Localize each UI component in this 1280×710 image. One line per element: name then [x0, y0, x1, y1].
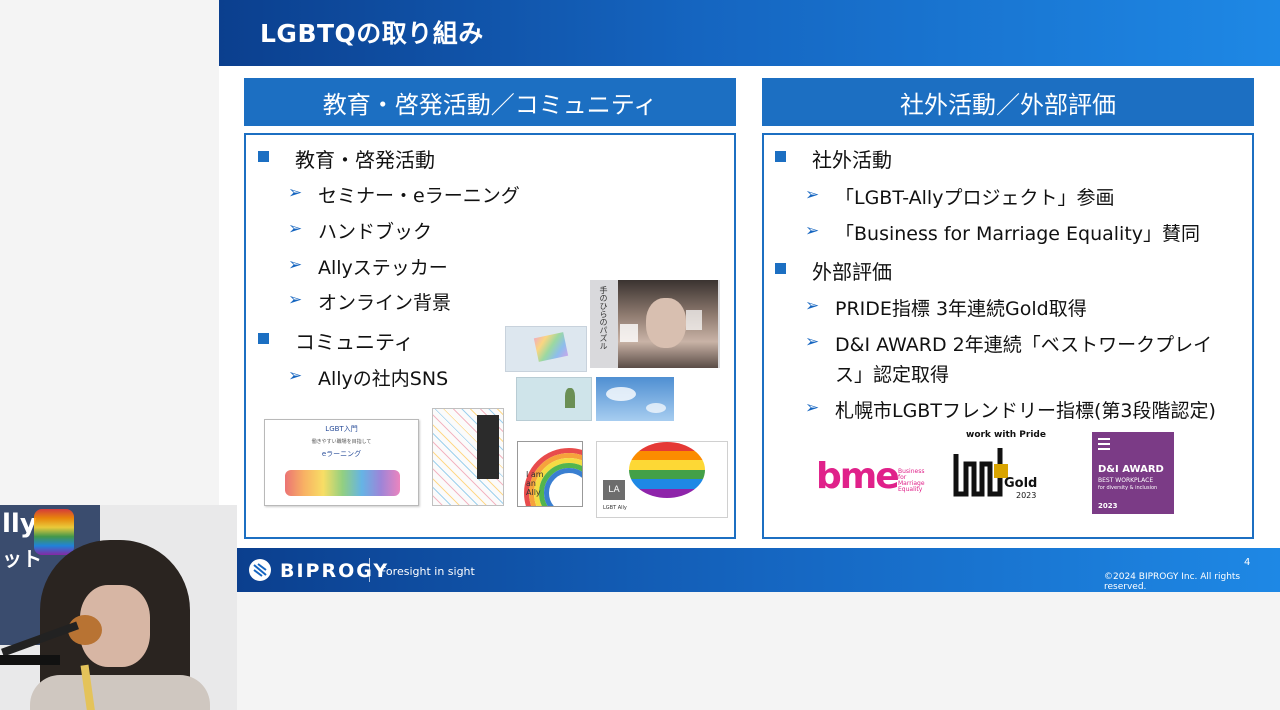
elearning-card: LGBT入門 働きやすい職場を目指して eラーニング: [264, 419, 419, 506]
ally-sticker-image: I am an Ally: [517, 441, 583, 507]
footer-divider: [369, 558, 370, 582]
di-award-title: D&I AWARD: [1098, 464, 1164, 475]
list-item: 「LGBT-Allyプロジェクト」参画: [835, 187, 1115, 209]
slide-title: LGBTQの取り組み: [260, 19, 484, 48]
ally-badge: LA: [603, 480, 625, 500]
online-background-image: [516, 377, 592, 421]
sticker-text: I am: [526, 470, 544, 479]
bullet-square-icon: [775, 263, 786, 274]
bullet-square-icon: [258, 333, 269, 344]
section-label: 社外活動: [812, 148, 892, 172]
copyright: ©2024 BIPROGY Inc. All rights reserved.: [1104, 572, 1241, 592]
puzzle-portrait-image: 手のひらのパズル: [590, 280, 720, 368]
sticker-text: an: [526, 479, 536, 488]
bme-text: Equality: [898, 486, 923, 493]
list-item: オンライン背景: [318, 292, 452, 314]
list-item: Allyの社内SNS: [318, 368, 449, 390]
people-illustration: [285, 470, 400, 496]
di-award-logo: D&I AWARD BEST WORKPLACE for diversity &…: [1092, 432, 1174, 514]
pride-year: 2023: [1016, 491, 1037, 500]
webcam-feed: lly ット: [0, 505, 237, 710]
rainbow-circle: [629, 442, 705, 498]
bullet-square-icon: [775, 151, 786, 162]
arrow-bullet-icon: ➢: [805, 398, 820, 418]
pride-mark-icon: [953, 448, 1008, 497]
right-panel-heading: 社外活動／外部評価: [762, 78, 1254, 126]
bme-mark: bme: [816, 456, 900, 497]
handbook-image: [432, 408, 504, 506]
tagline: Foresight in sight: [380, 565, 475, 578]
arrow-bullet-icon: ➢: [288, 290, 303, 310]
arrow-bullet-icon: ➢: [288, 255, 303, 275]
page-number: 4: [1244, 557, 1251, 568]
arrow-bullet-icon: ➢: [288, 219, 303, 239]
di-award-line: BEST WORKPLACE: [1098, 477, 1154, 484]
arrow-bullet-icon: ➢: [805, 185, 820, 205]
pride-top-text: work with Pride: [966, 430, 1046, 440]
sticker-text: Ally: [526, 488, 541, 497]
pride-grade: Gold: [1004, 476, 1038, 491]
di-award-year: 2023: [1098, 502, 1118, 510]
brand-name: BIPROGY: [280, 560, 390, 582]
ally-sns-image: LA LGBT Ally: [596, 441, 728, 518]
elearning-title: LGBT入門: [325, 425, 358, 433]
poster-text: lly: [2, 509, 37, 539]
biprogy-logo-icon: [249, 559, 271, 581]
di-award-line: for diversity & inclusion: [1098, 485, 1158, 491]
elearning-subtitle: 働きやすい職場を目指して: [311, 439, 372, 445]
online-background-image: [596, 377, 674, 421]
arrow-bullet-icon: ➢: [288, 366, 303, 386]
left-panel-heading: 教育・啓発活動／コミュニティ: [244, 78, 736, 126]
section-label: 教育・啓発活動: [295, 148, 435, 172]
pride-index-logo: work with Pride Gold 2023: [952, 430, 1046, 510]
section-label: 外部評価: [812, 260, 892, 284]
section-label: コミュニティ: [295, 330, 414, 354]
online-background-image: [505, 326, 587, 372]
arrow-bullet-icon: ➢: [805, 296, 820, 316]
list-item: 札幌市LGBTフレンドリー指標(第3段階認定): [835, 400, 1216, 422]
list-item: Allyステッカー: [318, 257, 448, 279]
list-item: D&I AWARD 2年連続「ベストワークプレイス」認定取得: [835, 334, 1213, 386]
list-item: ハンドブック: [318, 221, 433, 243]
mic-stand: [0, 655, 60, 665]
person-shoulders: [30, 675, 210, 710]
arrow-bullet-icon: ➢: [288, 183, 303, 203]
bullet-square-icon: [258, 151, 269, 162]
arrow-bullet-icon: ➢: [805, 221, 820, 241]
list-item: PRIDE指標 3年連続Gold取得: [835, 298, 1087, 320]
list-item: 「Business for Marriage Equality」賛同: [835, 223, 1201, 245]
arrow-bullet-icon: ➢: [805, 332, 820, 352]
elearning-label: eラーニング: [321, 450, 362, 458]
list-item: セミナー・eラーニング: [318, 185, 520, 207]
sns-caption: LGBT Ally: [603, 505, 627, 511]
bme-logo: bme Business for Marriage Equality: [816, 456, 934, 506]
puzzle-text: 手のひらのパズル: [599, 286, 608, 350]
